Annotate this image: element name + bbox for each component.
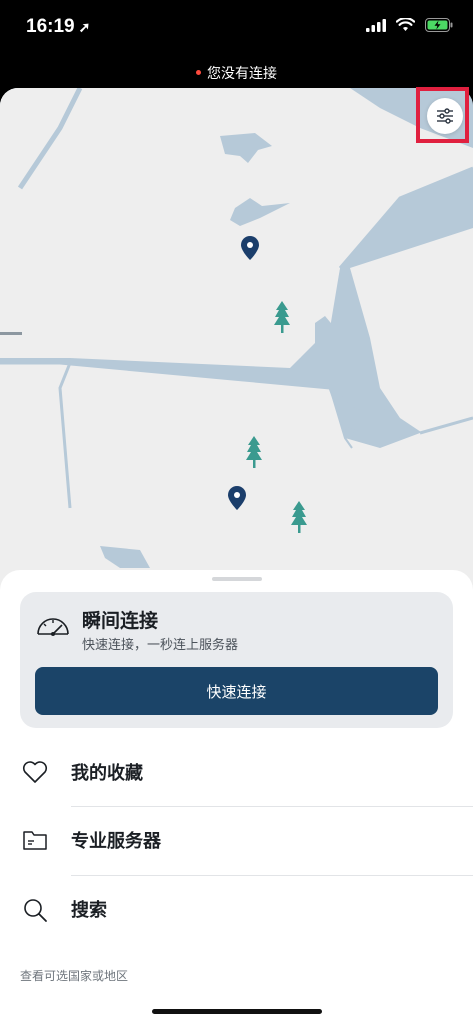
divider: [71, 875, 473, 876]
tree-icon[interactable]: [291, 501, 307, 533]
folder-icon: [23, 831, 47, 850]
home-indicator[interactable]: [152, 1009, 322, 1014]
menu-label-favorites: 我的收藏: [71, 763, 143, 784]
wifi-icon: [396, 18, 415, 31]
location-pin-icon[interactable]: [241, 236, 259, 260]
location-arrow-icon: ➚: [78, 19, 91, 35]
location-pin-icon[interactable]: [228, 486, 246, 510]
quick-connect-card: 瞬间连接 快速连接，一秒连上服务器 快速连接: [20, 592, 453, 728]
quick-connect-title: 瞬间连接: [82, 610, 159, 632]
speedometer-icon: [37, 618, 69, 636]
filter-button[interactable]: [427, 98, 463, 134]
sliders-icon: [437, 108, 453, 124]
connection-status-text: 您没有连接: [207, 66, 277, 82]
menu-label-search: 搜索: [71, 900, 107, 921]
quick-connect-subtitle: 快速连接，一秒连上服务器: [82, 638, 239, 653]
search-icon: [24, 899, 47, 922]
divider: [71, 806, 473, 807]
tree-icon[interactable]: [274, 301, 290, 333]
disconnected-dot: [196, 69, 201, 75]
tree-icon[interactable]: [246, 436, 262, 468]
menu-item-specialty-servers[interactable]: 专业服务器: [0, 808, 473, 874]
connection-status-banner: 您没有连接: [0, 60, 473, 88]
heart-icon: [22, 761, 48, 783]
menu-label-specialty-servers: 专业服务器: [71, 831, 161, 852]
menu-item-search[interactable]: 搜索: [0, 877, 473, 943]
status-icons: [366, 18, 453, 32]
quick-connect-button[interactable]: 快速连接: [35, 667, 438, 715]
signal-icon: [366, 18, 386, 32]
side-handle[interactable]: [0, 332, 22, 335]
status-time: 16:19 ➚: [26, 16, 90, 38]
status-bar: 16:19 ➚: [0, 0, 473, 60]
battery-charging-icon: [425, 18, 453, 32]
map-view[interactable]: [0, 88, 473, 608]
view-countries-link[interactable]: 查看可选国家或地区: [20, 967, 128, 984]
bottom-sheet[interactable]: 瞬间连接 快速连接，一秒连上服务器 快速连接 我的收藏 专业服务器 搜索 查看可…: [0, 570, 473, 1024]
time-text: 16:19: [26, 16, 75, 37]
menu-item-favorites[interactable]: 我的收藏: [0, 740, 473, 806]
map-canvas: [0, 88, 473, 608]
sheet-grabber[interactable]: [212, 577, 262, 581]
